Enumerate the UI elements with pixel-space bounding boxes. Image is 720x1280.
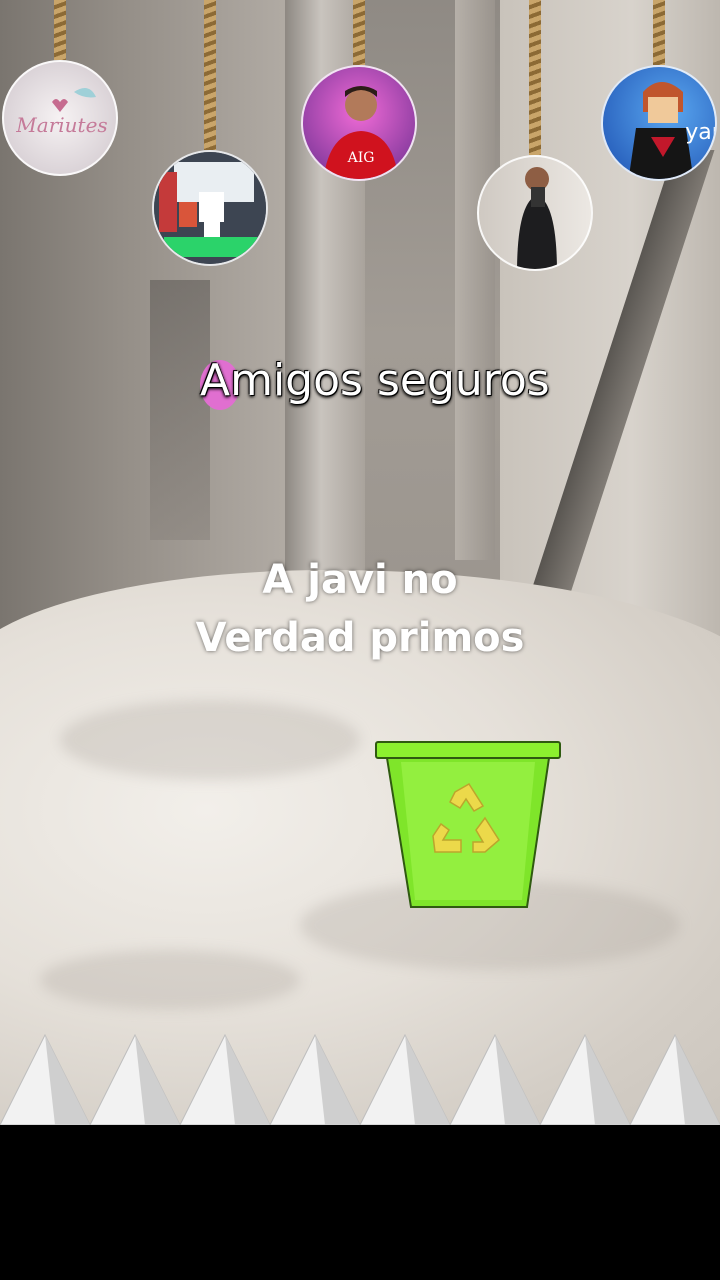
blanket-fold	[60, 700, 360, 780]
avatar-2-image	[152, 150, 268, 266]
hanging-avatar-4[interactable]	[477, 0, 593, 271]
caption-line-1: A javi no	[262, 557, 458, 603]
rope	[529, 0, 541, 155]
overlay-title: Amigos seguros	[200, 355, 550, 406]
avatar-3-image: AIG	[301, 65, 417, 181]
caption-line-2: Verdad primos	[195, 615, 525, 661]
hanging-avatar-2[interactable]	[152, 0, 268, 266]
bottom-bar	[0, 1125, 720, 1280]
hanging-avatar-5[interactable]: yar	[601, 0, 717, 181]
avatar-3-text: AIG	[347, 150, 375, 166]
avatar-4-image	[477, 155, 593, 271]
avatar-1-image: Mariutes	[2, 60, 118, 176]
spike-row-icon	[0, 1033, 720, 1125]
avatar-5-image: yar	[601, 65, 717, 181]
rope	[204, 0, 216, 150]
avatar-5-text: yar	[685, 120, 717, 145]
rope	[653, 0, 665, 65]
rope	[54, 0, 66, 60]
hanging-avatar-3[interactable]: AIG	[301, 0, 417, 181]
recycle-bin-icon[interactable]	[375, 740, 561, 910]
door-panel	[150, 280, 210, 540]
hanging-avatar-1[interactable]: Mariutes	[2, 0, 118, 176]
rope	[353, 0, 365, 65]
blanket-fold	[40, 950, 300, 1010]
avatar-1-text: Mariutes	[15, 113, 107, 137]
